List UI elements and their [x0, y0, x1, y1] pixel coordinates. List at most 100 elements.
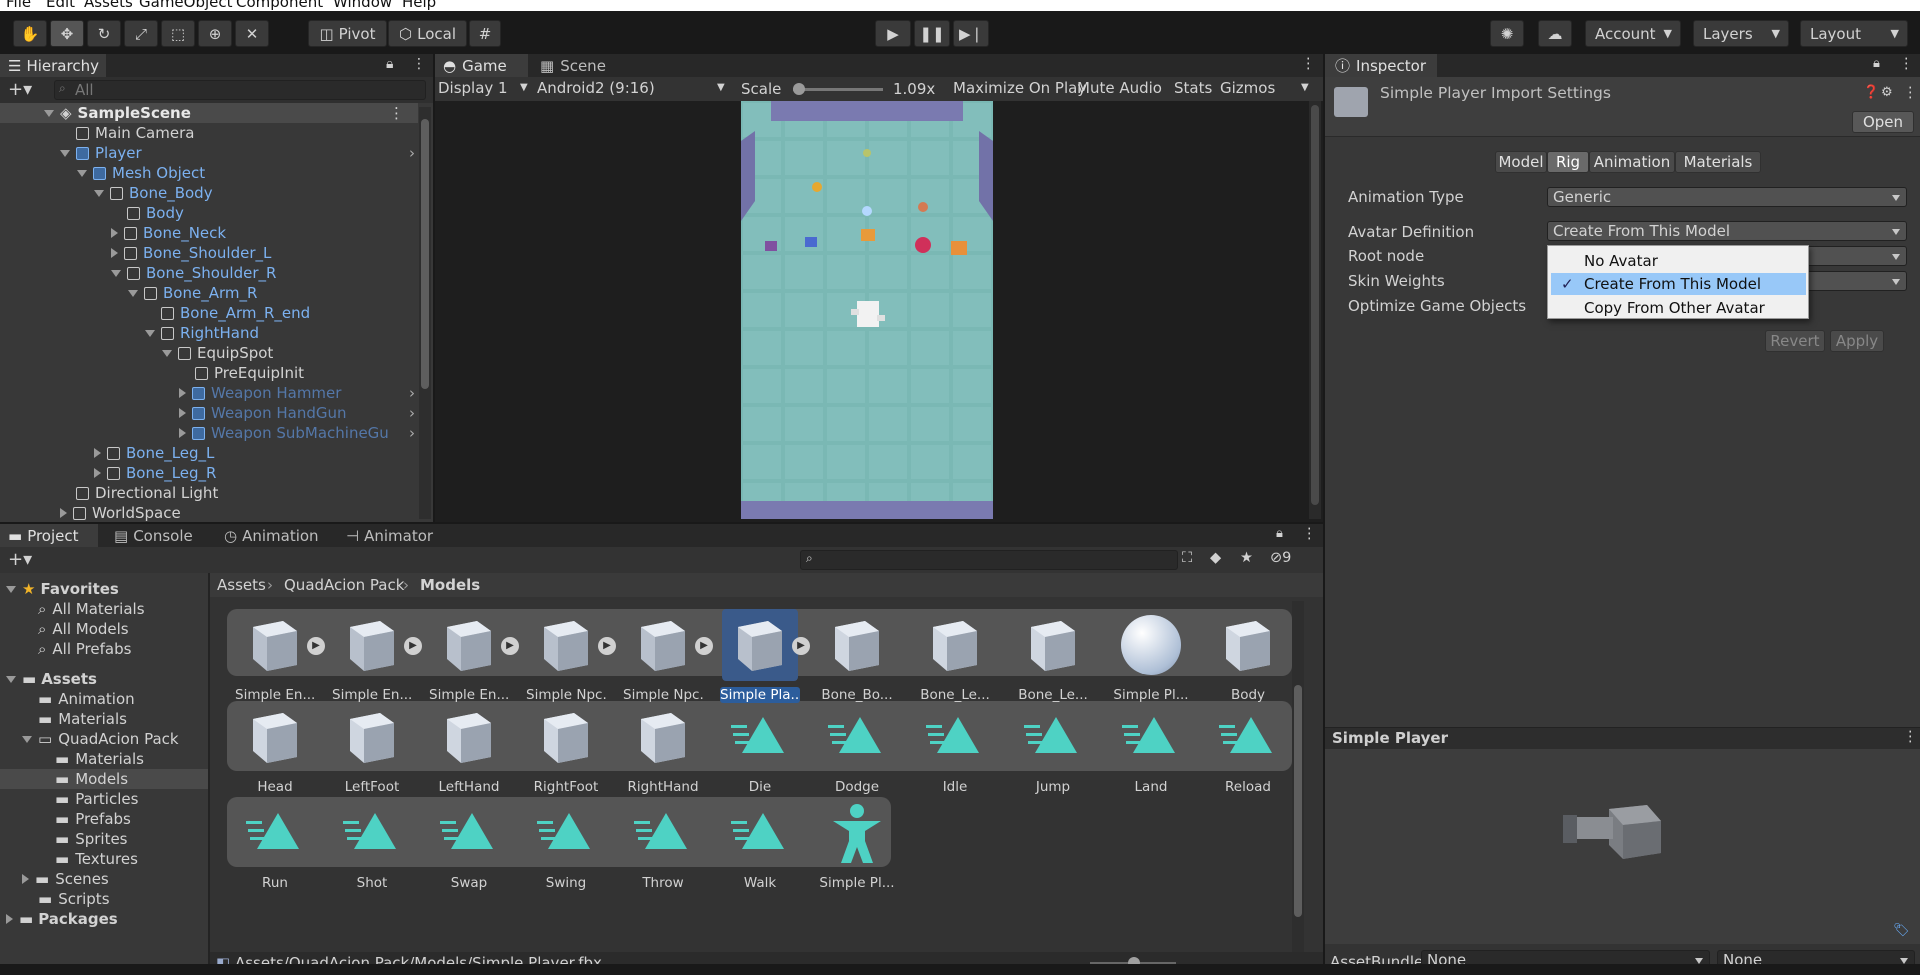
asset-item[interactable]: Run	[227, 801, 323, 896]
add-icon[interactable]: +▾	[8, 549, 32, 570]
folder-item[interactable]: ▬ Particles	[55, 789, 138, 809]
more-icon[interactable]: ⋮	[1302, 526, 1317, 542]
folder-item[interactable]: ▬ Textures	[55, 849, 138, 869]
stats-toggle[interactable]: Stats	[1174, 79, 1212, 97]
project-search-input[interactable]: ⌕	[800, 550, 1178, 570]
asset-item[interactable]: Idle	[907, 705, 1003, 800]
tab-rig[interactable]: Rig	[1547, 151, 1589, 173]
chevron-right-icon[interactable]: ›	[409, 404, 415, 422]
scrollbar-thumb[interactable]	[1311, 105, 1319, 505]
asset-item[interactable]: ▶ Simple En...	[324, 613, 422, 708]
custom-tool-icon[interactable]: ✕	[235, 20, 269, 47]
hierarchy-scene-row[interactable]: ◈ SampleScene ⋮	[0, 103, 418, 123]
expand-arrow-icon[interactable]: ▶	[404, 637, 422, 655]
menu-window[interactable]: Window	[333, 0, 392, 11]
rect-tool-icon[interactable]: ⬚	[161, 20, 195, 47]
asset-item[interactable]: ▶ Simple Pla...	[712, 609, 810, 708]
breadcrumb-quadacion-pack[interactable]: QuadAcion Pack	[284, 576, 404, 594]
asset-item[interactable]: RightFoot	[518, 705, 614, 800]
cloud-icon[interactable]: ☁	[1538, 20, 1572, 47]
hierarchy-scrollbar[interactable]	[419, 107, 431, 519]
folder-item[interactable]: ▬ Scripts	[38, 889, 110, 909]
hierarchy-item[interactable]: Bone_Body	[94, 183, 213, 203]
folder-item[interactable]: ▬ Animation	[38, 689, 135, 709]
preview-header[interactable]: Simple Player ⋮	[1325, 727, 1920, 749]
expand-arrow-icon[interactable]: ▶	[695, 637, 713, 655]
option-create-from-this-model[interactable]: ✓ Create From This Model	[1551, 273, 1806, 295]
menu-gameobject[interactable]: GameObject	[139, 0, 233, 11]
asset-item[interactable]: Bone_Bo...	[809, 613, 905, 708]
settings-icon[interactable]: ⚙	[1881, 85, 1893, 100]
tab-animation[interactable]: Animation	[1589, 151, 1675, 173]
hierarchy-item[interactable]: WorldSpace	[60, 503, 181, 523]
more-icon[interactable]: ⋮	[1903, 85, 1918, 101]
packages-root-row[interactable]: ▬ Packages	[6, 909, 118, 929]
asset-item[interactable]: Bone_Le...	[907, 613, 1003, 708]
folder-item[interactable]: ▭ QuadAcion Pack	[22, 729, 179, 749]
folder-item[interactable]: ▬ Prefabs	[55, 809, 131, 829]
hierarchy-item[interactable]: Directional Light	[76, 483, 218, 503]
apply-button[interactable]: Apply	[1830, 330, 1884, 352]
filter-label-icon[interactable]: ◆	[1210, 550, 1221, 566]
asset-item[interactable]: Swap	[421, 801, 517, 896]
hierarchy-item[interactable]: Main Camera	[76, 123, 194, 143]
tab-animation[interactable]: ◷ Animation	[220, 524, 328, 547]
layers-dropdown[interactable]: Layers ▼	[1693, 20, 1789, 47]
scrollbar-thumb[interactable]	[421, 119, 429, 389]
folder-item-selected[interactable]: ▬ Models	[0, 769, 208, 789]
asset-item[interactable]: LeftHand	[421, 705, 517, 800]
folder-item[interactable]: ▬ Sprites	[55, 829, 128, 849]
assets-root-row[interactable]: ▬ Assets	[6, 669, 97, 689]
breadcrumb-assets[interactable]: Assets	[217, 576, 266, 594]
asset-item[interactable]: Simple Pl...	[809, 801, 905, 896]
folder-item[interactable]: ▬ Scenes	[22, 869, 109, 889]
asset-item[interactable]: ▶ Simple En...	[227, 613, 325, 708]
hierarchy-item[interactable]: RightHand	[145, 323, 259, 343]
asset-item[interactable]: Die	[712, 705, 808, 800]
favorites-row[interactable]: ★ Favorites	[6, 579, 119, 599]
option-no-avatar[interactable]: No Avatar	[1548, 250, 1808, 272]
hierarchy-item[interactable]: Weapon HandGun ›	[179, 403, 415, 423]
pause-button-icon[interactable]: ❚❚	[914, 20, 950, 47]
chevron-right-icon[interactable]: ›	[409, 424, 415, 442]
asset-item[interactable]: Body	[1200, 613, 1296, 708]
asset-item[interactable]: Simple Pl...	[1103, 613, 1199, 708]
hierarchy-item[interactable]: Mesh Object	[77, 163, 205, 183]
option-copy-from-other-avatar[interactable]: Copy From Other Avatar	[1548, 297, 1808, 319]
rotate-tool-icon[interactable]: ↻	[87, 20, 121, 47]
hierarchy-item[interactable]: Bone_Leg_L	[94, 443, 214, 463]
more-icon[interactable]: ⋮	[1301, 56, 1316, 72]
hierarchy-item[interactable]: EquipSpot	[162, 343, 273, 363]
menu-file[interactable]: File	[6, 0, 31, 11]
tag-icon[interactable]: 🏷︎	[1893, 923, 1910, 938]
favorite-item[interactable]: ⌕ All Models	[38, 619, 129, 639]
add-icon[interactable]: +▾	[8, 79, 32, 100]
step-button-icon[interactable]: ▶❘	[953, 20, 989, 47]
expand-arrow-icon[interactable]: ▶	[598, 637, 616, 655]
resolution-dropdown[interactable]: Android2 (9:16) ▼	[537, 79, 737, 97]
game-viewport[interactable]	[741, 101, 993, 519]
hierarchy-item[interactable]: Bone_Neck	[111, 223, 226, 243]
chevron-right-icon[interactable]: ›	[409, 384, 415, 402]
filter-type-icon[interactable]: ⛶	[1182, 550, 1192, 566]
asset-item[interactable]: ▶ Simple Npc...	[518, 613, 616, 708]
asset-item[interactable]: Walk	[712, 801, 808, 896]
tab-scene[interactable]: ▦ Scene	[532, 54, 624, 77]
avatar-definition-dropdown[interactable]: Create From This Model	[1547, 221, 1907, 241]
breadcrumb-models[interactable]: Models	[420, 576, 480, 594]
animation-type-dropdown[interactable]: Generic	[1547, 187, 1907, 207]
asset-item[interactable]: Jump	[1005, 705, 1101, 800]
revert-button[interactable]: Revert	[1765, 330, 1825, 352]
hierarchy-item[interactable]: Body	[127, 203, 184, 223]
local-button[interactable]: ⬡ Local	[388, 20, 467, 47]
favorite-item[interactable]: ⌕ All Materials	[38, 599, 145, 619]
hidden-packages-icon[interactable]: ⊘9	[1270, 550, 1291, 566]
lock-icon[interactable]: 🔒︎	[386, 56, 393, 72]
preview-area[interactable]: 🏷︎	[1325, 749, 1920, 944]
tab-hierarchy[interactable]: ☰ Hierarchy	[0, 54, 106, 77]
expand-arrow-icon[interactable]: ▶	[307, 637, 325, 655]
slider-handle[interactable]	[793, 83, 805, 95]
display-dropdown[interactable]: Display 1 ▼	[438, 79, 534, 97]
asset-item[interactable]: ▶ Simple En...	[421, 613, 519, 708]
tab-materials[interactable]: Materials	[1675, 151, 1761, 173]
